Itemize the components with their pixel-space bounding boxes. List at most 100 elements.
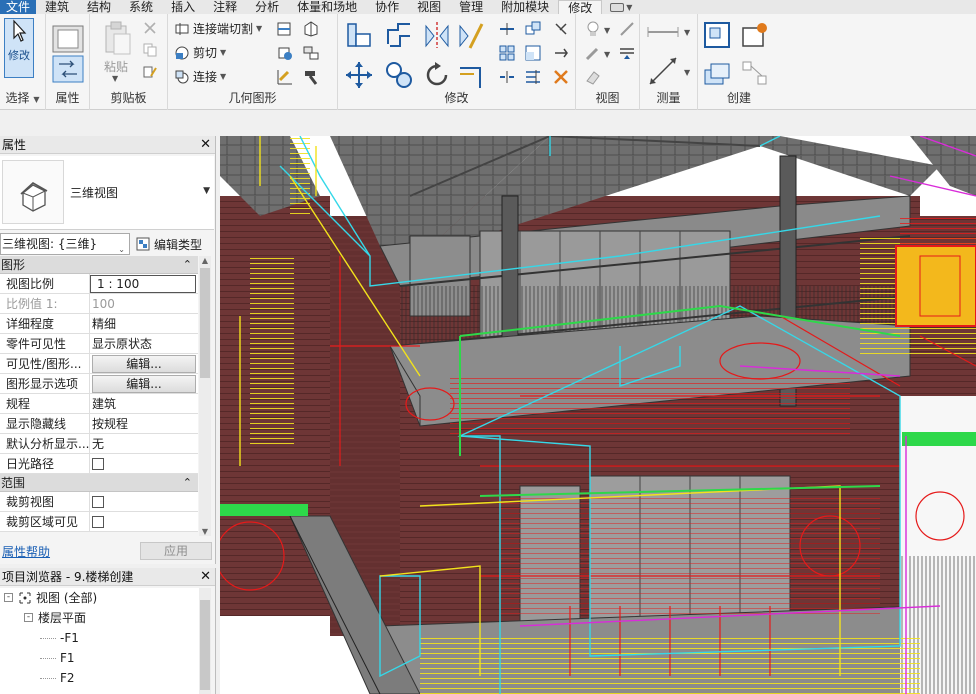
trim-multiple-icon[interactable] (524, 68, 542, 86)
tab-4[interactable]: 插入 (162, 0, 204, 14)
tree-node[interactable]: - 楼层平面 (0, 608, 200, 628)
tree-node[interactable]: -F1 (0, 628, 200, 648)
panel-toggle-control[interactable]: ▼ (602, 0, 640, 14)
tree-node[interactable]: F2 (0, 668, 200, 688)
create-group-icon[interactable] (702, 58, 732, 88)
scroll-down-icon[interactable]: ▼ (199, 527, 211, 536)
property-group-header[interactable]: 范围 ⌃ (0, 474, 198, 492)
aligned-dimension-icon[interactable] (646, 54, 680, 88)
property-value[interactable]: 建筑 (92, 397, 116, 411)
match-type-icon[interactable] (142, 64, 158, 80)
property-checkbox[interactable] (92, 496, 104, 508)
property-value[interactable]: 显示原状态 (92, 337, 152, 351)
rotate-icon[interactable] (422, 60, 452, 90)
property-value[interactable]: 无 (92, 437, 104, 451)
edit-type-button[interactable]: 编辑类型 (136, 236, 202, 253)
building-3d-model[interactable] (220, 136, 976, 694)
cut-geometry-button[interactable]: 剪切 ▼ (174, 44, 226, 61)
property-group-header[interactable]: 图形 ⌃ (0, 256, 198, 274)
unpin-icon[interactable] (552, 44, 570, 62)
edit-button[interactable]: 编辑... (92, 375, 196, 393)
tab-3[interactable]: 系统 (120, 0, 162, 14)
measure-between-icon[interactable] (646, 24, 680, 40)
tab-7[interactable]: 体量和场地 (288, 0, 366, 14)
property-value[interactable]: 精细 (92, 317, 116, 331)
demolish-icon[interactable] (276, 44, 294, 62)
array-icon[interactable] (498, 44, 516, 62)
join-geometry-button[interactable]: 连接 ▼ (174, 68, 226, 85)
linework-icon[interactable] (584, 44, 602, 62)
edit-button[interactable]: 编辑... (92, 355, 196, 373)
copy-element-icon[interactable] (384, 60, 414, 90)
offset-icon[interactable] (384, 20, 414, 50)
create-assembly-icon[interactable] (702, 20, 732, 50)
tab-5[interactable]: 注释 (204, 0, 246, 14)
tab-1[interactable]: 建筑 (36, 0, 78, 14)
wall-sweep-icon[interactable] (276, 68, 294, 86)
linework-dropdown-icon[interactable]: ▼ (604, 50, 610, 59)
property-checkbox[interactable] (92, 458, 104, 470)
scale-icon[interactable] (524, 20, 542, 38)
split-gap-icon[interactable] (498, 68, 516, 86)
tab-6[interactable]: 分析 (246, 0, 288, 14)
eraser-icon[interactable] (584, 68, 602, 86)
3d-view-canvas[interactable] (220, 136, 976, 694)
hide-dropdown-icon[interactable]: ▼ (604, 26, 610, 35)
collapse-icon[interactable]: - (4, 593, 13, 602)
mirror-draw-axis-icon[interactable] (456, 20, 486, 50)
tab-0[interactable]: 文件 (0, 0, 37, 14)
collapse-icon[interactable]: ⌃ (183, 474, 192, 492)
view-scale-input[interactable]: 1 : 100 (90, 275, 196, 293)
properties-help-link[interactable]: 属性帮助 (2, 543, 50, 560)
type-dropdown-icon[interactable]: ▼ (203, 186, 210, 196)
tab-10[interactable]: 管理 (450, 0, 492, 14)
hide-bulb-icon[interactable] (584, 20, 602, 38)
collapse-icon[interactable]: - (24, 613, 33, 622)
property-value[interactable]: 按规程 (92, 417, 128, 431)
trim-extend-icon[interactable] (456, 60, 486, 90)
tab-2[interactable]: 结构 (78, 0, 120, 14)
create-similar-icon[interactable] (740, 58, 770, 88)
close-icon[interactable]: ✕ (200, 568, 211, 585)
split-face-icon[interactable] (302, 20, 320, 38)
scroll-up-icon[interactable]: ▲ (199, 256, 211, 265)
close-icon[interactable]: ✕ (200, 136, 211, 153)
properties-scrollbar[interactable]: ▲ ▼ (199, 256, 211, 536)
paste-icon[interactable] (102, 20, 132, 56)
tree-node[interactable]: F1 (0, 648, 200, 668)
property-checkbox[interactable] (92, 516, 104, 528)
align-icon[interactable] (344, 20, 374, 50)
dimension-dropdown-icon[interactable]: ▼ (684, 68, 690, 77)
hammer-icon[interactable] (302, 68, 320, 86)
wall-joins-icon[interactable] (276, 20, 294, 38)
scroll-thumb[interactable] (200, 600, 210, 690)
tab-9[interactable]: 视图 (408, 0, 450, 14)
override-graphics-icon[interactable] (618, 20, 636, 38)
collapse-icon[interactable]: ⌃ (183, 256, 192, 274)
split-element-icon[interactable] (498, 20, 516, 38)
pin-icon[interactable] (552, 20, 570, 38)
filter-lines-icon[interactable] (618, 44, 636, 62)
cope-button[interactable]: 连接端切割 ▼ (174, 20, 262, 37)
measure-dropdown-icon[interactable]: ▼ (684, 28, 690, 37)
modify-button[interactable]: 修改 (4, 18, 34, 78)
move-icon[interactable] (344, 60, 374, 90)
tab-8[interactable]: 协作 (366, 0, 408, 14)
select-panel-title[interactable]: 选择 ▼ (0, 89, 45, 106)
tab-12[interactable]: 修改 (558, 0, 603, 15)
properties-icon[interactable] (50, 24, 86, 84)
scroll-thumb[interactable] (200, 268, 210, 378)
tab-11[interactable]: 附加模块 (492, 0, 558, 14)
instance-selector[interactable]: 三维视图: {三维} ⌄ (0, 233, 130, 255)
paint-icon[interactable] (302, 44, 320, 62)
paste-dropdown-icon[interactable]: ▼ (112, 74, 118, 83)
browser-scrollbar[interactable] (199, 588, 211, 694)
mirror-axis-icon[interactable] (422, 20, 452, 50)
create-parts-icon[interactable] (740, 20, 770, 50)
cut-scissors-icon[interactable] (142, 20, 158, 36)
delete-icon[interactable] (552, 68, 570, 86)
apply-button[interactable]: 应用 (140, 542, 212, 560)
resize-icon[interactable] (524, 44, 542, 62)
tree-node[interactable]: - 视图 (全部) (0, 588, 200, 608)
copy-icon[interactable] (142, 42, 158, 58)
